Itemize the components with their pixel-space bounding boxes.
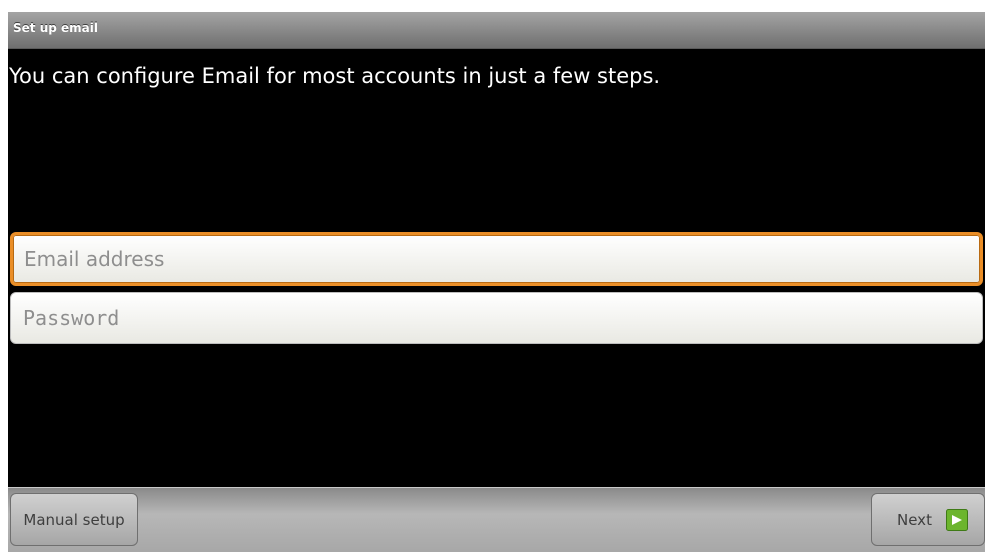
next-label: Next — [897, 510, 932, 529]
manual-setup-button[interactable]: Manual setup — [10, 493, 138, 546]
password-field[interactable] — [10, 292, 983, 344]
bottom-bar: Manual setup Next — [8, 487, 985, 552]
page-title: Set up email — [13, 21, 98, 35]
email-address-field[interactable] — [10, 232, 983, 286]
arrow-right-icon — [945, 508, 968, 531]
manual-setup-label: Manual setup — [23, 510, 125, 529]
screen: Set up email You can configure Email for… — [8, 12, 985, 552]
next-button[interactable]: Next — [871, 493, 985, 546]
title-bar: Set up email — [8, 12, 985, 49]
instructions-text: You can configure Email for most account… — [9, 64, 661, 88]
